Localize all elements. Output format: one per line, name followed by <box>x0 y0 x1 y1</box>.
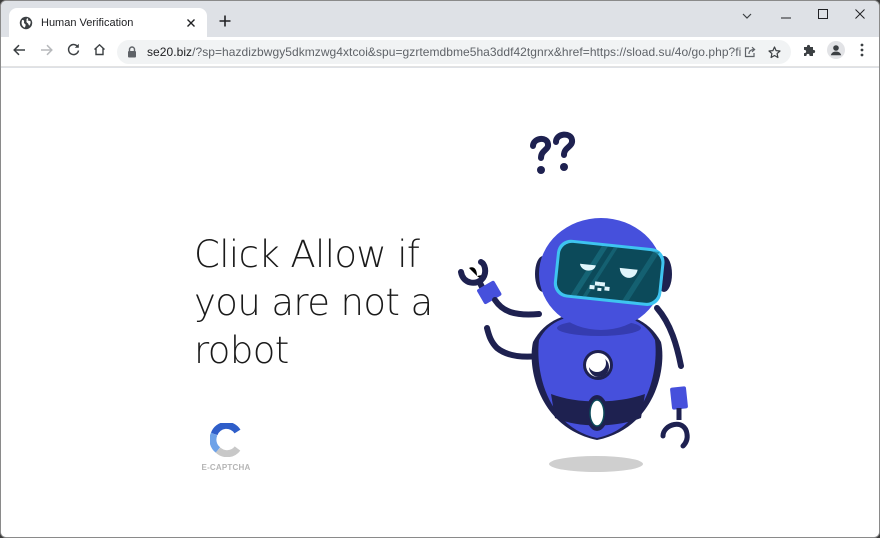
minimize-button[interactable] <box>773 5 799 25</box>
chevron-down-icon <box>742 6 752 24</box>
close-icon <box>855 6 865 24</box>
robot-left-arm <box>484 325 542 360</box>
window-close-button[interactable] <box>847 5 873 25</box>
avatar-icon <box>827 40 845 64</box>
arrow-left-icon <box>12 43 26 61</box>
globe-icon <box>19 16 33 30</box>
robot-belt-buckle <box>589 399 605 427</box>
minimize-icon <box>781 6 791 24</box>
robot-visor <box>553 239 665 306</box>
close-icon[interactable] <box>183 15 199 31</box>
headline-line: robot <box>194 329 289 372</box>
robot-shadow <box>549 456 643 472</box>
captcha-c-icon <box>209 421 242 462</box>
robot-illustration <box>458 131 690 472</box>
forward-button[interactable] <box>35 41 57 63</box>
extensions-button[interactable] <box>798 41 820 63</box>
back-button[interactable] <box>8 41 30 63</box>
share-icon[interactable] <box>741 43 759 61</box>
star-icon[interactable] <box>765 43 783 61</box>
question-dot <box>537 166 545 174</box>
profile-button[interactable] <box>825 40 847 64</box>
tab-strip: Human Verification <box>1 1 879 37</box>
tab-search-button[interactable] <box>734 5 760 25</box>
kebab-menu-icon <box>860 43 864 62</box>
robot-right-cuff <box>670 386 688 410</box>
headline-line: Click Allow if <box>194 233 420 276</box>
robot-left-claw <box>458 259 489 286</box>
tab-human-verification[interactable]: Human Verification <box>9 8 207 37</box>
address-bar[interactable]: se20.biz/?sp=hazdizbwgy5dkmzwg4xtcoi&spu… <box>117 40 791 64</box>
new-tab-button[interactable] <box>215 13 235 33</box>
page-content: Click Allow if you are not a robot E-CAP… <box>1 68 879 537</box>
page-headline: Click Allow if you are not a robot <box>194 231 444 375</box>
puzzle-icon <box>802 43 816 62</box>
url-host: se20.biz <box>147 45 193 59</box>
reload-button[interactable] <box>62 41 84 63</box>
menu-button[interactable] <box>851 41 873 63</box>
question-marks-icon <box>530 131 576 161</box>
robot-left-forearm <box>492 297 542 318</box>
url-text[interactable]: se20.biz/?sp=hazdizbwgy5dkmzwg4xtcoi&spu… <box>147 45 741 59</box>
question-dot <box>560 163 568 171</box>
captcha-label: E-CAPTCHA <box>201 463 251 472</box>
plus-icon <box>219 14 231 32</box>
arrow-right-icon <box>40 43 53 61</box>
home-icon <box>93 43 106 61</box>
tab-title: Human Verification <box>41 16 134 29</box>
url-path: /?sp=hazdizbwgy5dkmzwg4xtcoi&spu=gzrtemd… <box>192 45 741 59</box>
robot-right-claw <box>660 421 690 449</box>
lock-icon[interactable] <box>127 46 139 58</box>
maximize-icon <box>818 6 828 24</box>
reload-icon <box>67 43 80 61</box>
browser-toolbar: se20.biz/?sp=hazdizbwgy5dkmzwg4xtcoi&spu… <box>1 37 879 67</box>
browser-window: Human Verification se20.biz/?sp=hazdizbw… <box>0 0 880 538</box>
maximize-button[interactable] <box>810 5 836 25</box>
home-button[interactable] <box>88 41 110 63</box>
headline-line: you are not a <box>194 281 433 324</box>
captcha-badge: E-CAPTCHA <box>199 421 253 472</box>
